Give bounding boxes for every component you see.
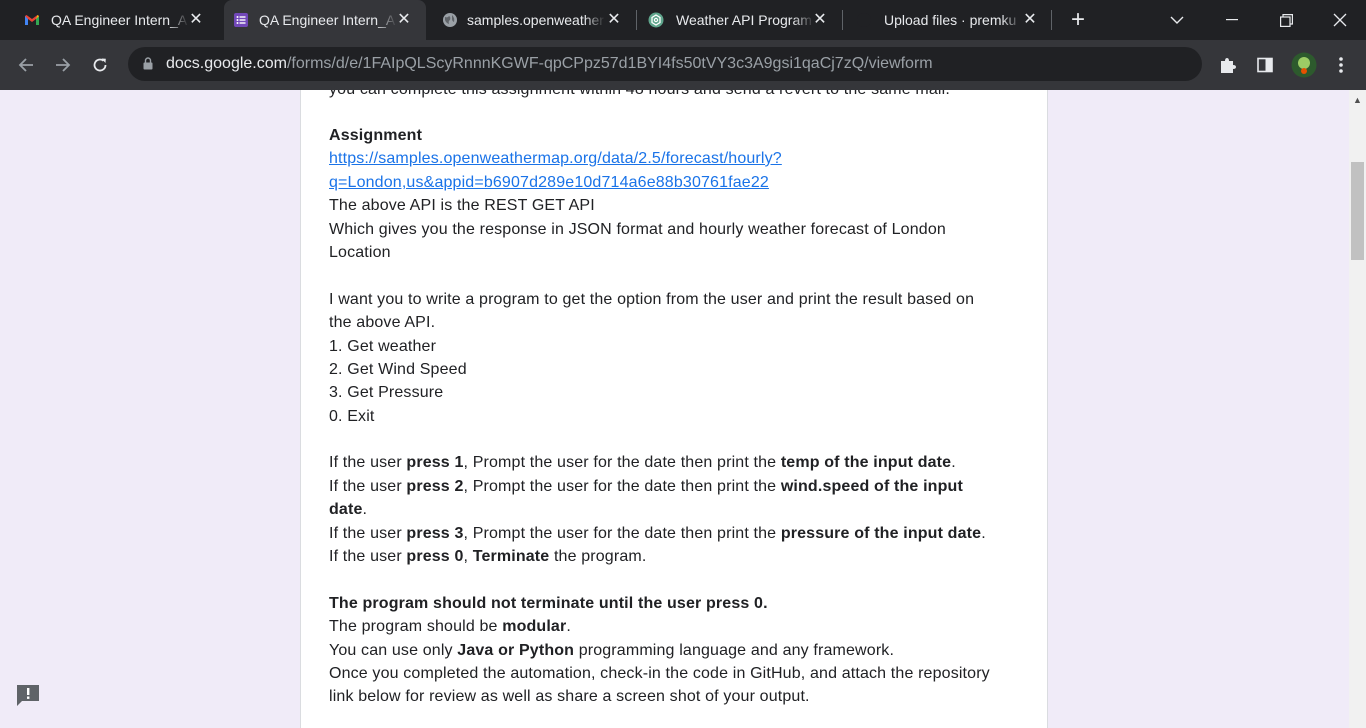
reload-button[interactable] <box>85 50 115 80</box>
assignment-heading: Assignment <box>329 127 423 144</box>
restore-button[interactable] <box>1259 0 1313 40</box>
new-tab-button[interactable]: + <box>1064 6 1092 34</box>
note-language: You can use only Java or Python programm… <box>329 642 895 659</box>
back-button[interactable] <box>11 50 41 80</box>
note-review: link below for review as well as share a… <box>329 688 810 705</box>
note-termination: The program should not terminate until t… <box>329 595 768 612</box>
description-line: Location <box>329 244 391 261</box>
report-feedback-icon[interactable] <box>15 683 41 707</box>
profile-avatar[interactable] <box>1289 50 1319 80</box>
minimize-icon <box>1226 19 1238 21</box>
program-instruction: the above API. <box>329 314 436 331</box>
extensions-button[interactable] <box>1213 50 1243 80</box>
close-window-button[interactable] <box>1313 0 1366 40</box>
url-path: /forms/d/e/1FAIpQLScyRnnnKGWF-qpCPpz57d1… <box>286 55 933 72</box>
tab-title: QA Engineer Intern_A <box>259 12 396 28</box>
rule-press-2-continued: date. <box>329 501 368 518</box>
rule-press-2: If the user press 2, Prompt the user for… <box>329 478 963 495</box>
tab-close-icon[interactable]: ✕ <box>394 10 414 30</box>
google-forms-icon <box>234 13 248 27</box>
puzzle-icon <box>1221 58 1236 73</box>
rule-press-1: If the user press 1, Prompt the user for… <box>329 454 956 471</box>
option-item: 1. Get weather <box>329 338 437 355</box>
lock-icon[interactable] <box>143 57 153 70</box>
side-panel-button[interactable] <box>1250 50 1280 80</box>
forward-button[interactable] <box>48 50 78 80</box>
github-icon <box>857 13 871 27</box>
side-panel-icon <box>1257 57 1273 73</box>
tab-separator <box>1051 10 1052 30</box>
tab-title: Weather API Program <box>676 12 812 28</box>
api-link-continued[interactable]: q=London,us&appid=b6907d289e10d714a6e88b… <box>329 173 769 193</box>
tab-close-icon[interactable]: ✕ <box>604 10 624 30</box>
arrow-left-icon <box>18 58 33 72</box>
description-line: Which gives you the response in JSON for… <box>329 221 946 238</box>
avatar <box>1291 52 1317 78</box>
reload-icon <box>93 58 107 72</box>
close-icon <box>1333 13 1347 27</box>
api-link[interactable]: https://samples.openweathermap.org/data/… <box>329 149 782 169</box>
url-text[interactable]: docs.google.com/forms/d/e/1FAIpQLScyRnnn… <box>166 55 933 73</box>
program-instruction: I want you to write a program to get the… <box>329 291 975 308</box>
option-item: 2. Get Wind Speed <box>329 361 467 378</box>
option-item: 3. Get Pressure <box>329 384 444 401</box>
kebab-menu-icon <box>1339 57 1343 73</box>
tab-title: QA Engineer Intern_A <box>51 12 188 28</box>
note-github: Once you completed the automation, check… <box>329 665 990 682</box>
tab-github-upload[interactable]: Upload files · premku ✕ <box>846 0 1052 40</box>
tab-title: samples.openweather <box>467 12 604 28</box>
tab-search-button[interactable] <box>1150 0 1204 40</box>
tab-separator <box>636 10 637 30</box>
scroll-up-arrow-icon[interactable]: ▲ <box>1349 92 1366 109</box>
gmail-icon <box>25 15 39 25</box>
tab-close-icon[interactable]: ✕ <box>1020 10 1040 30</box>
rule-press-3: If the user press 3, Prompt the user for… <box>329 525 986 542</box>
tab-gmail[interactable]: QA Engineer Intern_A ✕ <box>8 0 218 40</box>
rule-press-0: If the user press 0, Terminate the progr… <box>329 548 647 565</box>
tab-openweather[interactable]: samples.openweather ✕ <box>432 0 636 40</box>
tab-title: Upload files · premku <box>884 12 1017 28</box>
tab-weather-api-program[interactable]: Weather API Program ✕ <box>638 0 842 40</box>
tab-close-icon[interactable]: ✕ <box>186 10 206 30</box>
url-host: docs.google.com <box>166 55 287 72</box>
chevron-down-icon <box>1170 16 1184 24</box>
browser-tab-strip: QA Engineer Intern_A ✕ QA Engineer Inter… <box>0 0 1366 40</box>
option-item: 0. Exit <box>329 408 375 425</box>
menu-button[interactable] <box>1326 50 1356 80</box>
tab-separator <box>842 10 843 30</box>
chatgpt-icon <box>648 12 664 28</box>
arrow-right-icon <box>56 58 71 72</box>
globe-icon <box>443 13 457 27</box>
tab-close-icon[interactable]: ✕ <box>810 10 830 30</box>
restore-icon <box>1279 13 1293 27</box>
note-modular: The program should be modular. <box>329 618 571 635</box>
tab-google-forms[interactable]: QA Engineer Intern_A ✕ <box>224 0 426 40</box>
minimize-button[interactable] <box>1205 0 1259 40</box>
scrollbar-thumb[interactable] <box>1351 162 1364 260</box>
description-line: The above API is the REST GET API <box>329 197 595 214</box>
